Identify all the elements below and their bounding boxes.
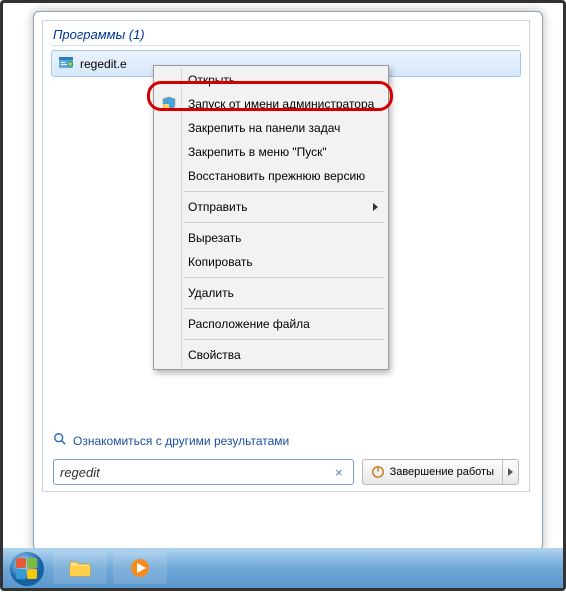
shutdown-icon xyxy=(371,465,385,479)
context-menu: Открыть Запуск от имени администратора З… xyxy=(153,65,389,370)
menu-restore-previous[interactable]: Восстановить прежнюю версию xyxy=(156,164,386,188)
menu-label: Открыть xyxy=(188,73,235,87)
menu-label: Копировать xyxy=(188,255,253,269)
menu-properties[interactable]: Свойства xyxy=(156,343,386,367)
menu-label: Свойства xyxy=(188,348,241,362)
taskbar xyxy=(3,548,563,588)
menu-separator xyxy=(184,308,384,309)
chevron-right-icon xyxy=(508,468,513,476)
taskbar-media-player-button[interactable] xyxy=(113,552,167,584)
programs-header: Программы (1) xyxy=(43,21,529,45)
menu-separator xyxy=(184,277,384,278)
divider xyxy=(51,45,521,46)
menu-label: Удалить xyxy=(188,286,234,300)
menu-label: Закрепить в меню "Пуск" xyxy=(188,145,327,159)
menu-label: Восстановить прежнюю версию xyxy=(188,169,365,183)
menu-label: Отправить xyxy=(188,200,248,214)
shutdown-options-button[interactable] xyxy=(502,460,518,484)
search-box[interactable]: × xyxy=(53,459,354,485)
start-button[interactable] xyxy=(7,549,47,587)
result-label: regedit.e xyxy=(80,57,127,71)
search-input[interactable] xyxy=(60,465,331,480)
menu-label: Запуск от имени администратора xyxy=(188,97,374,111)
menu-separator xyxy=(184,222,384,223)
chevron-right-icon xyxy=(373,203,378,211)
media-player-icon xyxy=(128,557,152,579)
menu-label: Расположение файла xyxy=(188,317,310,331)
shutdown-label: Завершение работы xyxy=(390,466,494,478)
menu-send-to[interactable]: Отправить xyxy=(156,195,386,219)
menu-file-location[interactable]: Расположение файла xyxy=(156,312,386,336)
menu-separator xyxy=(184,191,384,192)
clear-search-button[interactable]: × xyxy=(331,465,347,480)
other-results-link[interactable]: Ознакомиться с другими результатами xyxy=(53,432,519,449)
shield-icon xyxy=(161,96,177,112)
menu-label: Закрепить на панели задач xyxy=(188,121,340,135)
menu-separator xyxy=(184,339,384,340)
menu-delete[interactable]: Удалить xyxy=(156,281,386,305)
folder-icon xyxy=(68,557,92,579)
menu-copy[interactable]: Копировать xyxy=(156,250,386,274)
menu-cut[interactable]: Вырезать xyxy=(156,226,386,250)
taskbar-explorer-button[interactable] xyxy=(53,552,107,584)
menu-pin-taskbar[interactable]: Закрепить на панели задач xyxy=(156,116,386,140)
magnify-icon xyxy=(53,432,67,449)
menu-label: Вырезать xyxy=(188,231,241,245)
shutdown-button[interactable]: Завершение работы xyxy=(362,459,519,485)
menu-pin-start[interactable]: Закрепить в меню "Пуск" xyxy=(156,140,386,164)
footer-area: Ознакомиться с другими результатами × За… xyxy=(53,432,519,485)
regedit-icon xyxy=(58,54,74,73)
other-results-label: Ознакомиться с другими результатами xyxy=(73,434,289,448)
menu-open[interactable]: Открыть xyxy=(156,68,386,92)
menu-run-as-admin[interactable]: Запуск от имени администратора xyxy=(156,92,386,116)
